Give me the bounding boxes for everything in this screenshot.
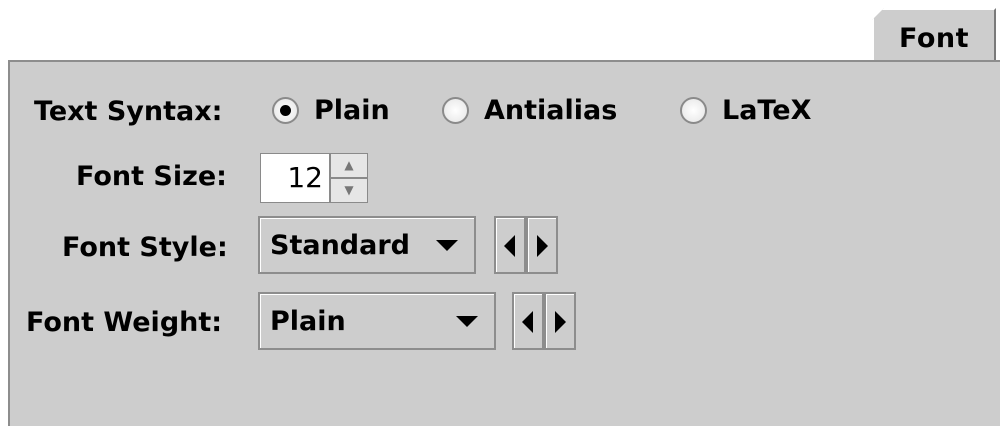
font-weight-label: Font Weight: [26,307,223,338]
spinner-up-button[interactable]: ▲ [330,153,368,178]
font-size-label: Font Size: [76,161,227,192]
radio-latex[interactable]: LaTeX [680,95,811,126]
radio-latex-label: LaTeX [722,95,812,126]
arrow-left-icon [522,311,533,333]
font-size-spinner: 12 ▲ ▼ [260,153,370,203]
spinner-down-button[interactable]: ▼ [330,178,368,203]
radio-antialias-indicator[interactable] [442,97,469,124]
radio-plain-indicator[interactable] [272,97,299,124]
radio-plain[interactable]: Plain [272,95,390,126]
font-style-dropdown[interactable]: Standard [258,216,476,274]
text-syntax-label: Text Syntax: [34,96,223,127]
font-weight-dropdown[interactable]: Plain [258,292,496,350]
arrow-left-icon [504,235,515,257]
radio-antialias-label: Antialias [484,95,618,126]
arrow-right-icon [555,311,566,333]
font-style-previous-button[interactable] [494,216,526,274]
triangle-up-icon: ▲ [344,158,354,172]
triangle-down-icon: ▼ [344,183,354,197]
tab-font-label: Font [898,23,970,54]
radio-latex-indicator[interactable] [680,97,707,124]
radio-plain-label: Plain [314,95,390,126]
chevron-down-icon [456,316,478,327]
font-weight-value: Plain [270,306,346,337]
font-style-value: Standard [270,230,410,261]
font-weight-previous-button[interactable] [512,292,544,350]
font-size-input[interactable]: 12 [260,153,330,203]
tab-font[interactable]: Font [872,8,996,60]
font-style-next-button[interactable] [526,216,558,274]
arrow-right-icon [537,235,548,257]
chevron-down-icon [436,240,458,251]
radio-antialias[interactable]: Antialias [442,95,617,126]
font-style-label: Font Style: [62,232,228,263]
font-weight-next-button[interactable] [544,292,576,350]
font-settings-panel: Text Syntax: Plain Antialias LaTeX Font … [8,60,1000,426]
